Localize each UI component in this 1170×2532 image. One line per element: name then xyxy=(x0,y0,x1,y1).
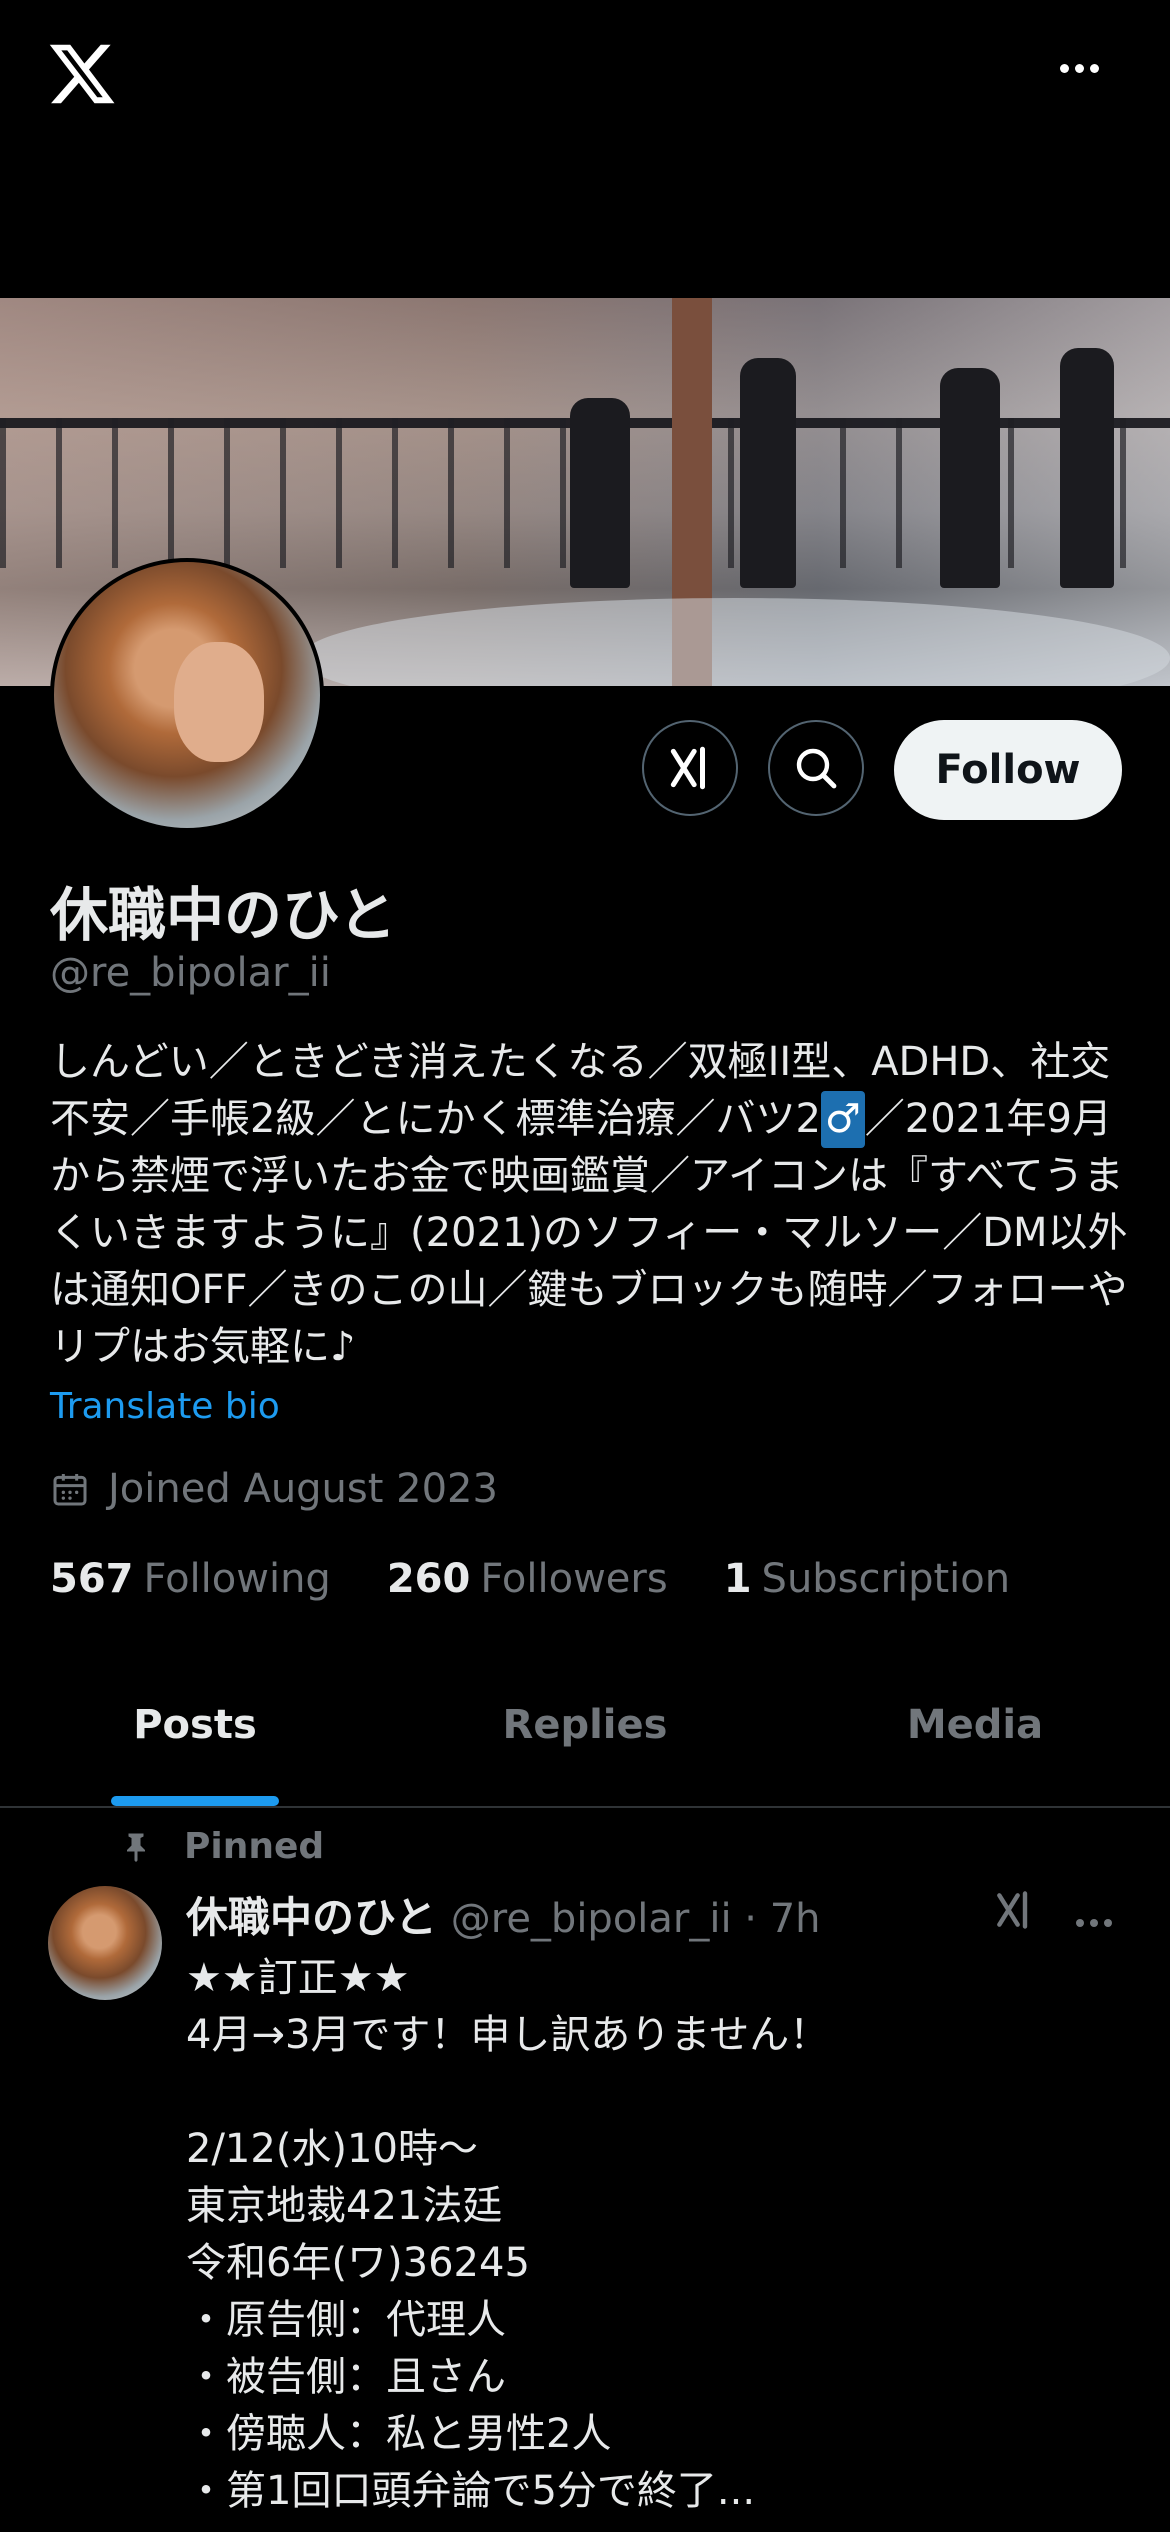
more-options-icon[interactable] xyxy=(1060,58,1106,86)
translate-bio-link[interactable]: Translate bio xyxy=(50,1386,280,1427)
profile-tabs: Posts Replies Media xyxy=(0,1680,1170,1808)
subscription-stat[interactable]: 1 Subscription xyxy=(724,1556,1010,1602)
pinned-label: Pinned xyxy=(118,1826,324,1867)
active-tab-indicator xyxy=(111,1796,279,1806)
search-icon xyxy=(796,748,837,789)
pin-icon xyxy=(127,1833,145,1862)
post-author-name[interactable]: 休職中のひと xyxy=(186,1884,437,1945)
profile-avatar[interactable] xyxy=(50,558,324,832)
calendar-icon xyxy=(53,1474,87,1506)
post-header: 休職中のひと @re_bipolar_ii · 7h xyxy=(186,1884,821,1945)
profile-bio: しんどい／ときどき消えたくなる／双極II型、ADHD、社交不安／手帳2級／とにか… xyxy=(50,1039,1128,1370)
tab-replies[interactable]: Replies xyxy=(390,1680,780,1806)
following-stat[interactable]: 567 Following xyxy=(50,1556,331,1602)
profile-name: 休職中のひと xyxy=(50,881,397,949)
followers-stat[interactable]: 260 Followers xyxy=(387,1556,668,1602)
profile-handle: @re_bipolar_ii xyxy=(50,950,331,996)
post-more-icon[interactable] xyxy=(1076,1912,1120,1927)
grok-button[interactable] xyxy=(642,720,738,816)
search-button[interactable] xyxy=(768,720,864,816)
follow-button[interactable]: Follow xyxy=(894,720,1122,820)
tab-media[interactable]: Media xyxy=(780,1680,1170,1806)
male-emoji-icon: ♂ xyxy=(820,1091,865,1148)
post-avatar[interactable] xyxy=(48,1886,162,2000)
post-author-meta: @re_bipolar_ii · 7h xyxy=(450,1896,821,1942)
x-logo-icon[interactable] xyxy=(46,38,118,110)
profile-stats: 567 Following 260 Followers 1 Subscription xyxy=(50,1556,1010,1602)
post-body: ★★訂正★★ 4月→3月です！申し訳ありません！ 2/12(水)10時〜 東京地… xyxy=(186,1955,830,2514)
grok-icon xyxy=(670,746,705,790)
tab-posts[interactable]: Posts xyxy=(0,1680,390,1806)
joined-date: Joined August 2023 xyxy=(50,1466,498,1512)
grok-icon[interactable] xyxy=(992,1888,1036,1932)
